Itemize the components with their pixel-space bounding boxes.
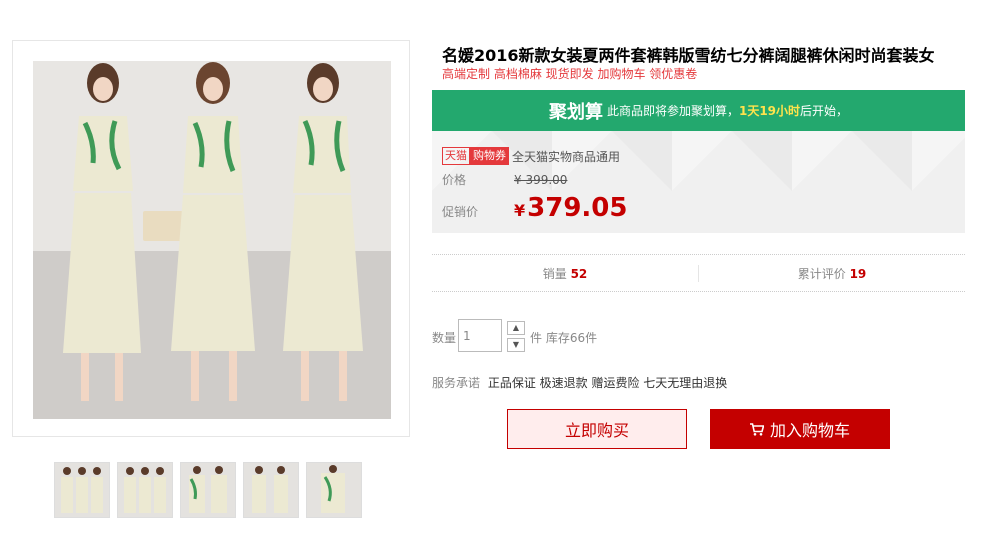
coupon-text: 全天猫实物商品通用 (512, 149, 621, 164)
price-panel: 天猫 购物券 全天猫实物商品通用 价格 ¥ 399.00 促销价 ¥ 379.0… (432, 131, 965, 233)
quantity-input[interactable] (458, 319, 502, 352)
arrow-down-icon: ▼ (512, 340, 520, 349)
promo-price-row: 促销价 ¥ 379.05 (442, 193, 627, 223)
thumbnail-4[interactable] (243, 462, 299, 518)
promo-price-label: 促销价 (442, 205, 479, 219)
tmall-tag: 天猫 (442, 147, 470, 165)
juhuasuan-text-after: 后开始， (800, 104, 849, 118)
product-photo-illustration (33, 61, 391, 419)
thumbnail-1[interactable] (54, 462, 110, 518)
cart-icon (749, 422, 764, 436)
quantity-increase-button[interactable]: ▲ (507, 321, 525, 335)
review-count-value: 19 (849, 266, 867, 281)
product-title: 名媛2016新款女装夏两件套裤韩版雪纺七分裤阔腿裤休闲时尚套装女 (442, 46, 935, 65)
add-to-cart-label: 加入购物车 (769, 421, 850, 440)
service-items[interactable]: 正品保证 极速退款 赠运费险 七天无理由退换 (488, 376, 727, 390)
arrow-up-icon: ▲ (512, 323, 520, 332)
quantity-label: 数量 (432, 331, 457, 345)
main-product-image[interactable] (33, 61, 391, 419)
buy-now-button[interactable]: 立即购买 (507, 409, 687, 449)
service-label: 服务承诺 (432, 376, 481, 390)
juhuasuan-brand: 聚划算 (548, 101, 603, 123)
quantity-decrease-button[interactable]: ▼ (507, 338, 525, 352)
sales-count-value: 52 (570, 266, 588, 281)
original-price: ¥ 399.00 (514, 173, 568, 187)
original-price-row: 价格 ¥ 399.00 (442, 171, 567, 188)
juhuasuan-banner: 聚划算 此商品即将参加聚划算， 1天19小时 后开始， (432, 90, 965, 131)
service-promise: 服务承诺 正品保证 极速退款 赠运费险 七天无理由退换 (432, 374, 727, 391)
review-count[interactable]: 累计评价 19 (698, 264, 965, 282)
stock-info: 件 库存66件 (530, 331, 598, 345)
sales-count: 销量 52 (432, 265, 698, 282)
buy-now-label: 立即购买 (564, 421, 629, 440)
thumbnail-3[interactable] (180, 462, 236, 518)
add-to-cart-button[interactable]: 加入购物车 (710, 409, 890, 449)
original-price-label: 价格 (442, 173, 467, 187)
juhuasuan-text-before: 此商品即将参加聚划算， (606, 104, 739, 118)
review-count-label: 累计评价 (797, 266, 846, 281)
juhuasuan-countdown: 1天19小时 (738, 104, 801, 118)
promo-currency: ¥ (514, 201, 526, 220)
main-image-frame (12, 40, 410, 437)
sales-stats: 销量 52 累计评价 19 (432, 254, 965, 292)
thumbnail-2[interactable] (117, 462, 173, 518)
coupon-tag[interactable]: 购物券 (470, 147, 509, 165)
coupon-line: 天猫 购物券 全天猫实物商品通用 (442, 147, 620, 165)
thumbnail-5[interactable] (306, 462, 362, 518)
product-subtitle: 高端定制 高档棉麻 现货即发 加购物车 领优惠卷 (442, 67, 698, 81)
sales-count-label: 销量 (542, 266, 567, 281)
promo-price: 379.05 (527, 193, 628, 223)
